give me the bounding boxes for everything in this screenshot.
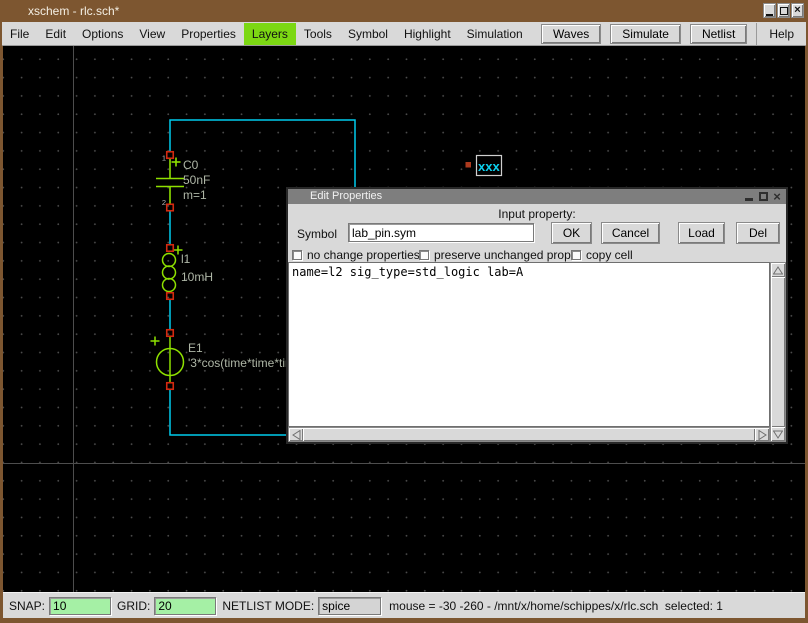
inductor-value: 10mH <box>181 270 213 284</box>
menubar: File Edit Options View Properties Layers… <box>2 22 806 46</box>
statusbar: SNAP: GRID: NETLIST MODE: mouse = -30 -2… <box>3 592 805 618</box>
properties-textarea[interactable]: name=l2 sig_type=std_logic lab=A <box>288 262 770 427</box>
capacitor-extra: m=1 <box>183 188 207 202</box>
menu-view[interactable]: View <box>131 23 173 45</box>
netlist-mode-input[interactable] <box>318 597 381 615</box>
lab-pin-text: xxx <box>478 159 500 174</box>
snap-input[interactable] <box>49 597 111 615</box>
checkbox-preserve-unchanged-props[interactable]: preserve unchanged props <box>419 248 577 262</box>
inductor-ref: l1 <box>181 252 191 266</box>
minimize-icon <box>745 198 753 201</box>
menu-help[interactable]: Help <box>756 23 804 45</box>
inductor-symbol[interactable]: l1 10mH <box>163 246 214 292</box>
lab-pin-selected[interactable]: xxx <box>466 156 502 176</box>
dialog-titlebar[interactable]: Edit Properties × <box>288 189 786 204</box>
scroll-up-button[interactable] <box>771 263 785 277</box>
grid-label: GRID: <box>117 599 150 613</box>
menu-highlight[interactable]: Highlight <box>396 23 459 45</box>
menu-simulation[interactable]: Simulation <box>459 23 531 45</box>
del-button[interactable]: Del <box>736 222 780 244</box>
load-button[interactable]: Load <box>678 222 725 244</box>
wire-bottom[interactable] <box>170 390 290 435</box>
symbol-label: Symbol <box>297 227 337 241</box>
lab-pin-terminal <box>466 162 472 168</box>
minimize-button[interactable] <box>763 3 776 18</box>
edit-properties-dialog: Edit Properties × Input property: Symbol… <box>286 187 788 444</box>
maximize-icon <box>780 7 788 15</box>
dialog-close-button[interactable]: × <box>771 190 783 202</box>
close-icon: × <box>794 5 800 16</box>
horizontal-scrollbar[interactable] <box>288 427 770 442</box>
checkbox-label: no change properties <box>307 248 420 262</box>
input-property-label: Input property: <box>288 207 786 221</box>
menu-layers[interactable]: Layers <box>244 23 296 45</box>
menu-file[interactable]: File <box>2 23 37 45</box>
horizontal-scroll-thumb[interactable] <box>303 428 755 441</box>
simulate-button[interactable]: Simulate <box>610 24 681 44</box>
checkbox-icon[interactable] <box>419 250 429 260</box>
pin-number-1: 1 <box>162 154 166 163</box>
scroll-up-icon <box>773 266 783 275</box>
vertical-scrollbar[interactable] <box>770 262 786 442</box>
window-titlebar[interactable]: xschem - rlc.sch* × <box>0 0 808 22</box>
maximize-button[interactable] <box>777 3 790 18</box>
capacitor-ref: C0 <box>183 158 199 172</box>
pin-number-2: 2 <box>162 198 166 207</box>
scroll-left-icon <box>292 430 301 440</box>
grid-input[interactable] <box>154 597 216 615</box>
symbol-input[interactable] <box>348 223 534 242</box>
checkbox-label: copy cell <box>586 248 633 262</box>
scroll-down-icon <box>773 430 783 439</box>
netlist-mode-label: NETLIST MODE: <box>222 599 314 613</box>
dialog-minimize-button[interactable] <box>743 190 755 202</box>
xschem-window: xschem - rlc.sch* × File Edit Options Vi… <box>0 0 808 623</box>
checkbox-icon[interactable] <box>571 250 581 260</box>
ok-button[interactable]: OK <box>551 222 592 244</box>
waves-button[interactable]: Waves <box>541 24 601 44</box>
checkbox-row: no change properties preserve unchanged … <box>288 248 786 262</box>
menu-properties[interactable]: Properties <box>173 23 244 45</box>
window-title: xschem - rlc.sch* <box>28 4 119 18</box>
scroll-down-button[interactable] <box>771 427 785 441</box>
snap-label: SNAP: <box>9 599 45 613</box>
capacitor-value: 50nF <box>183 173 210 187</box>
maximize-icon <box>759 192 768 201</box>
checkbox-no-change-properties[interactable]: no change properties <box>292 248 420 262</box>
vertical-scroll-thumb[interactable] <box>771 277 785 427</box>
close-button[interactable]: × <box>791 3 804 18</box>
menu-symbol[interactable]: Symbol <box>340 23 396 45</box>
menu-tools[interactable]: Tools <box>296 23 340 45</box>
scroll-left-button[interactable] <box>289 428 303 441</box>
menu-edit[interactable]: Edit <box>37 23 74 45</box>
cancel-button[interactable]: Cancel <box>601 222 660 244</box>
scroll-right-icon <box>758 430 767 440</box>
capacitor-symbol[interactable]: 1 2 C0 50nF m=1 <box>156 154 210 208</box>
checkbox-icon[interactable] <box>292 250 302 260</box>
scroll-right-button[interactable] <box>755 428 769 441</box>
close-icon: × <box>773 190 781 203</box>
netlist-button[interactable]: Netlist <box>690 24 747 44</box>
checkbox-label: preserve unchanged props <box>434 248 577 262</box>
mouse-status-text: mouse = -30 -260 - /mnt/x/home/schippes/… <box>389 599 723 613</box>
dialog-title: Edit Properties <box>310 190 382 202</box>
vsource-ref: E1 <box>188 341 203 355</box>
vsource-symbol[interactable]: E1 '3*cos(time*time*time* <box>151 337 307 383</box>
checkbox-copy-cell[interactable]: copy cell <box>571 248 633 262</box>
menu-options[interactable]: Options <box>74 23 131 45</box>
minimize-icon <box>766 14 773 16</box>
dialog-maximize-button[interactable] <box>757 190 769 202</box>
